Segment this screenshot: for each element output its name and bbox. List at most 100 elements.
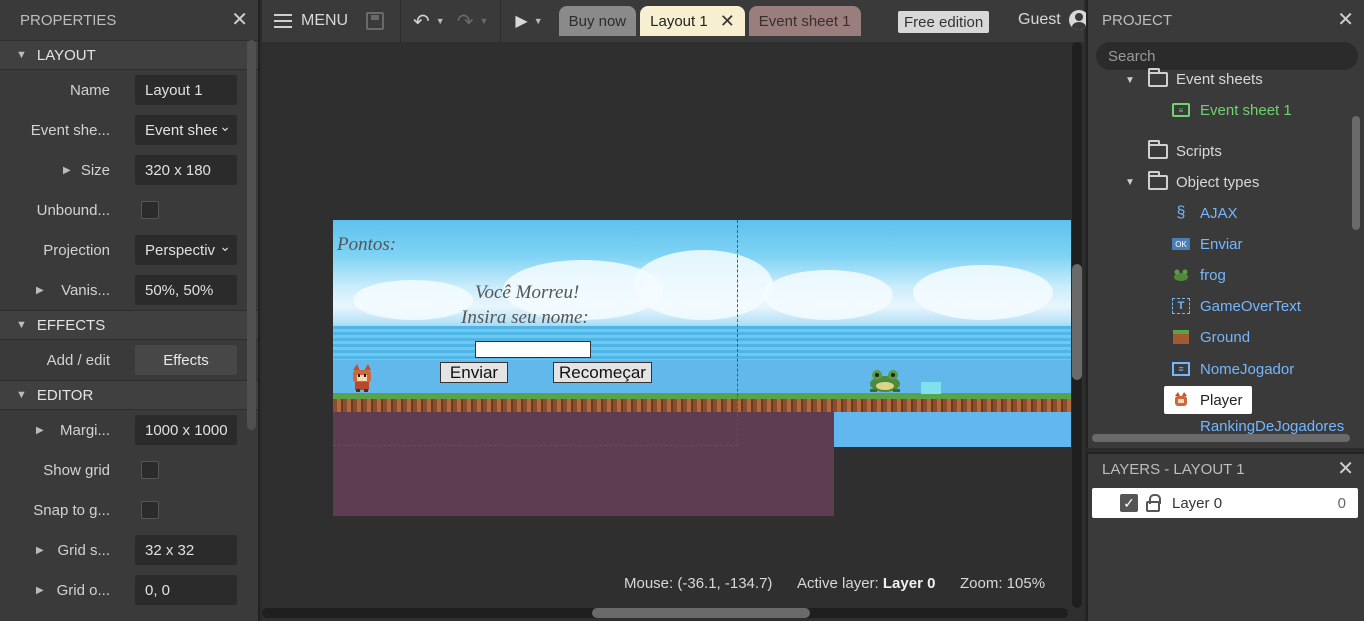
tree-object-ground[interactable]: Ground (1172, 324, 1250, 350)
project-scrollbar[interactable] (1352, 116, 1360, 230)
tree-object-label: RankingDeJogadores (1200, 418, 1345, 434)
folder-icon (1148, 139, 1168, 159)
tree-object-frog[interactable]: frog (1172, 262, 1226, 288)
prop-eventsheet-select[interactable]: Event shee (135, 115, 237, 145)
enviar-button[interactable]: Enviar (440, 362, 508, 383)
cloud (763, 270, 893, 320)
tree-event-sheet-1[interactable]: ≡ Event sheet 1 (1172, 97, 1292, 123)
section-editor[interactable]: ▼ EDITOR (0, 380, 258, 410)
preview-button[interactable]: ▶ ▼ (501, 11, 558, 31)
dirt-area (333, 412, 834, 516)
player-sprite[interactable] (349, 364, 375, 392)
collapse-triangle-icon[interactable]: ▼ (16, 319, 27, 331)
collapse-triangle-icon[interactable]: ▼ (1125, 177, 1135, 188)
prop-projection-label: Projection (43, 241, 110, 259)
cloud (633, 250, 773, 320)
tab-buy-now[interactable]: Buy now (558, 6, 637, 36)
unbounded-checkbox[interactable] (141, 201, 159, 219)
properties-panel: PROPERTIES ✕ ▼ LAYOUT Name Layout 1 Even… (0, 0, 260, 621)
tree-scripts-label: Scripts (1176, 142, 1222, 160)
tree-scripts-folder[interactable]: Scripts (1148, 138, 1222, 164)
prop-vanishing-label: Vanis... (61, 281, 110, 299)
layout-canvas[interactable]: Pontos: Você Morreu! Insira seu nome: En… (262, 42, 1084, 621)
snap-checkbox[interactable] (141, 501, 159, 519)
prop-gridsize-row: ▶ Grid s... 32 x 32 (0, 530, 258, 570)
chevron-down-icon[interactable]: ▼ (436, 16, 445, 26)
prop-margins-field[interactable]: 1000 x 1000 (135, 415, 237, 445)
nome-jogador-input[interactable] (475, 341, 591, 358)
canvas-vscroll-thumb[interactable] (1072, 264, 1082, 380)
collapse-triangle-icon[interactable]: ▼ (16, 389, 27, 401)
prop-unbounded-row: Unbound... (0, 190, 258, 230)
tree-object-ajax[interactable]: § AJAX (1172, 200, 1238, 226)
prop-margins-row: ▶ Margi... 1000 x 1000 (0, 410, 258, 450)
collapse-triangle-icon[interactable]: ▼ (16, 49, 27, 61)
game-over-text[interactable]: Você Morreu! (475, 282, 579, 304)
prop-gridsize-field[interactable]: 32 x 32 (135, 535, 237, 565)
menu-button[interactable]: MENU (262, 12, 362, 30)
redo-button[interactable]: ↷ ▼ (445, 9, 501, 34)
tree-object-gameovertext[interactable]: T GameOverText (1172, 293, 1301, 319)
prop-projection-row: Projection Perspectiv (0, 230, 258, 270)
prop-projection-select[interactable]: Perspectiv (135, 235, 237, 265)
small-block-object[interactable] (921, 382, 941, 394)
tree-object-label: NomeJogador (1200, 360, 1295, 378)
showgrid-checkbox[interactable] (141, 461, 159, 479)
tree-object-rankingdejogadores[interactable]: RankingDeJogadores (1172, 418, 1344, 434)
tree-object-nomejogador[interactable]: ≡ NomeJogador (1172, 356, 1294, 382)
section-layout[interactable]: ▼ LAYOUT (0, 40, 258, 70)
tab-layout-1[interactable]: Layout 1 ✕ (640, 6, 745, 36)
layer-visible-checkbox[interactable]: ✓ (1120, 494, 1138, 512)
unlock-icon[interactable] (1146, 493, 1161, 512)
collapse-triangle-icon[interactable]: ▼ (1125, 75, 1135, 86)
free-edition-badge[interactable]: Free edition (898, 11, 990, 33)
save-icon[interactable] (366, 12, 384, 30)
tree-object-label: Enviar (1200, 235, 1243, 253)
chevron-down-icon[interactable]: ▼ (479, 16, 488, 26)
water-area (834, 412, 1071, 447)
project-hscrollbar[interactable] (1092, 434, 1350, 442)
prop-name-field[interactable]: Layout 1 (135, 75, 237, 105)
layout-scene[interactable]: Pontos: Você Morreu! Insira seu nome: En… (333, 220, 1071, 516)
active-layer-label: Active layer: (797, 575, 879, 592)
tree-object-label: GameOverText (1200, 297, 1301, 315)
redo-icon: ↷ (456, 10, 474, 33)
tree-object-enviar[interactable]: OK Enviar (1172, 231, 1243, 257)
insira-nome-text[interactable]: Insira seu nome: (461, 307, 589, 329)
tree-object-player[interactable]: Player (1172, 387, 1243, 413)
prop-size-field[interactable]: 320 x 180 (135, 155, 237, 185)
tree-object-label: frog (1200, 266, 1226, 284)
prop-size-label: Size (80, 161, 110, 179)
tree-object-types-folder[interactable]: Object types (1148, 169, 1259, 195)
prop-gridoffset-row: ▶ Grid o... 0, 0 (0, 570, 258, 610)
properties-scrollbar[interactable] (247, 40, 256, 430)
layer-count: 0 (1337, 494, 1346, 512)
frog-icon (1172, 267, 1190, 283)
user-account[interactable]: Guest (1018, 10, 1089, 30)
chevron-down-icon[interactable]: ▼ (534, 16, 543, 26)
tab-event-sheet-1[interactable]: Event sheet 1 (748, 6, 861, 36)
layer-row[interactable]: ✓ Layer 0 0 (1092, 488, 1358, 518)
frog-sprite[interactable] (867, 369, 903, 393)
tree-object-types-label: Object types (1176, 173, 1260, 191)
tree-event-sheets-folder[interactable]: Event sheets (1148, 66, 1263, 92)
recomecar-button[interactable]: Recomeçar (553, 362, 652, 383)
undo-button[interactable]: ↶ ▼ (401, 9, 445, 34)
pontos-text[interactable]: Pontos: (337, 234, 396, 256)
close-icon[interactable]: ✕ (720, 11, 735, 32)
prop-eventsheet-row: Event she... Event shee (0, 110, 258, 150)
section-editor-label: EDITOR (36, 386, 94, 404)
ground-tiles (333, 399, 1071, 412)
prop-vanishing-field[interactable]: 50%, 50% (135, 275, 237, 305)
section-effects[interactable]: ▼ EFFECTS (0, 310, 258, 340)
menu-label: MENU (301, 12, 349, 29)
tab-buy-now-label: Buy now (568, 12, 627, 30)
layer-name: Layer 0 (1172, 494, 1223, 512)
canvas-hscroll-thumb[interactable] (592, 608, 810, 618)
folder-icon (1148, 67, 1168, 87)
close-icon[interactable]: ✕ (1337, 459, 1354, 479)
close-icon[interactable]: ✕ (231, 10, 248, 30)
close-icon[interactable]: ✕ (1337, 10, 1354, 30)
effects-button[interactable]: Effects (135, 345, 237, 375)
prop-gridoffset-field[interactable]: 0, 0 (135, 575, 237, 605)
